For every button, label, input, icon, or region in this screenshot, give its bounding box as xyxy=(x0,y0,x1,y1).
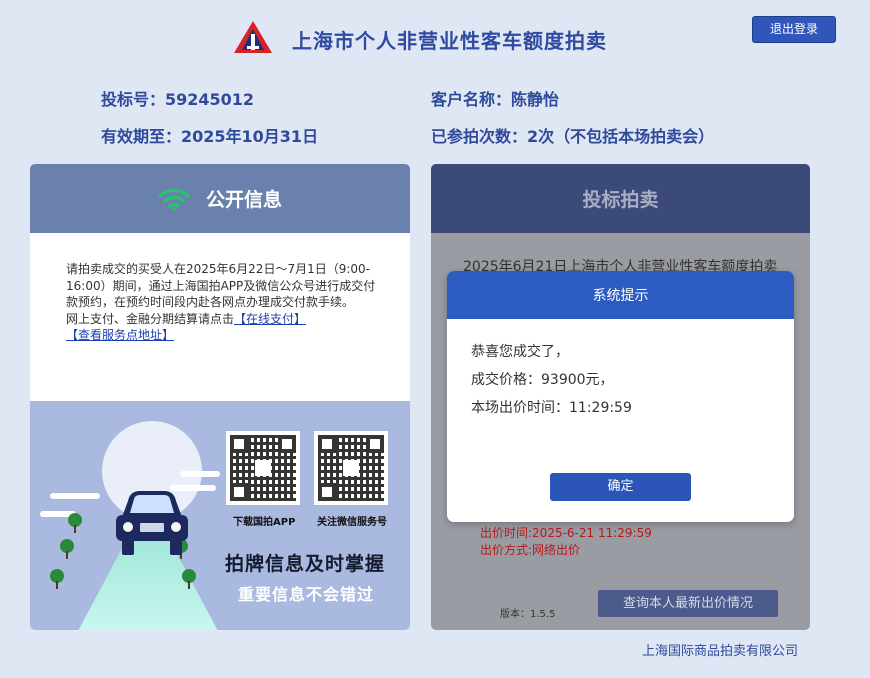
app-qr-code xyxy=(226,431,300,505)
cloud-illustration xyxy=(180,471,220,477)
qr-app-label: 下载国拍APP xyxy=(233,517,296,528)
promo-banner: 下载国拍APP 关注微信服务号 拍牌信息及时掌握 重要信息不会错过 xyxy=(30,401,410,630)
public-info-text: 请拍卖成交的买受人在2025年6月22日～7月1日（9:00-16:00）期间，… xyxy=(30,233,410,401)
bid-panel-header: 投标拍卖 xyxy=(431,164,810,233)
dialog-title: 系统提示 xyxy=(447,271,794,319)
valid-until: 有效期至：2025年10月31日 xyxy=(101,127,319,146)
customer-name: 客户名称：陈静怡 xyxy=(431,90,560,109)
confirm-button[interactable]: 确定 xyxy=(550,473,691,501)
online-pay-prompt: 网上支付、金融分期结算请点击 xyxy=(66,311,235,326)
tree-illustration xyxy=(60,539,74,559)
tree-illustration xyxy=(182,569,196,589)
company-footer: 上海国际商品拍卖有限公司 xyxy=(642,644,799,659)
tree-illustration xyxy=(50,569,64,589)
public-info-title: 公开信息 xyxy=(205,189,282,211)
payment-notice: 请拍卖成交的买受人在2025年6月22日～7月1日（9:00-16:00）期间，… xyxy=(66,262,376,309)
tree-illustration xyxy=(68,513,82,533)
service-address-link[interactable]: 【查看服务点地址】 xyxy=(66,328,174,342)
deal-price: 成交价格：93900元， xyxy=(471,372,614,388)
promo-title: 拍牌信息及时掌握 xyxy=(225,553,386,575)
version-label: 版本：1.5.5 xyxy=(500,609,556,620)
participation-count: 已参拍次数：2次（不包括本场拍卖会） xyxy=(431,127,715,146)
public-info-header: 公开信息 xyxy=(30,164,410,233)
wifi-icon xyxy=(158,188,190,211)
bid-number: 投标号：59245012 xyxy=(101,90,255,109)
logout-button[interactable]: 退出登录 xyxy=(752,16,836,43)
car-illustration xyxy=(116,491,188,555)
wechat-qr-code xyxy=(314,431,388,505)
bid-time-text: 出价时间:2025-6-21 11:29:59 xyxy=(480,526,652,540)
query-latest-bid-button[interactable]: 查询本人最新出价情况 xyxy=(598,590,778,617)
bid-method-text: 出价方式:网络出价 xyxy=(480,543,581,557)
bid-panel-title: 投标拍卖 xyxy=(582,189,659,211)
promo-subtitle: 重要信息不会错过 xyxy=(238,585,375,604)
system-prompt-dialog: 系统提示 恭喜您成交了， 成交价格：93900元， 本场出价时间：11:29:5… xyxy=(447,271,794,522)
cloud-illustration xyxy=(50,493,100,499)
online-pay-link[interactable]: 【在线支付】 xyxy=(234,312,306,326)
success-message: 恭喜您成交了， xyxy=(471,344,569,360)
bid-time: 本场出价时间：11:29:59 xyxy=(471,400,632,416)
public-info-panel: 公开信息 请拍卖成交的买受人在2025年6月22日～7月1日（9:00-16:0… xyxy=(30,164,410,630)
dialog-message: 恭喜您成交了， 成交价格：93900元， 本场出价时间：11:29:59 xyxy=(447,319,794,422)
qr-wechat-label: 关注微信服务号 xyxy=(317,517,387,528)
page-header: 上海市个人非营业性客车额度拍卖 退出登录 xyxy=(0,0,870,75)
site-title: 上海市个人非营业性客车额度拍卖 xyxy=(292,29,607,53)
auction-logo-icon xyxy=(234,21,272,53)
